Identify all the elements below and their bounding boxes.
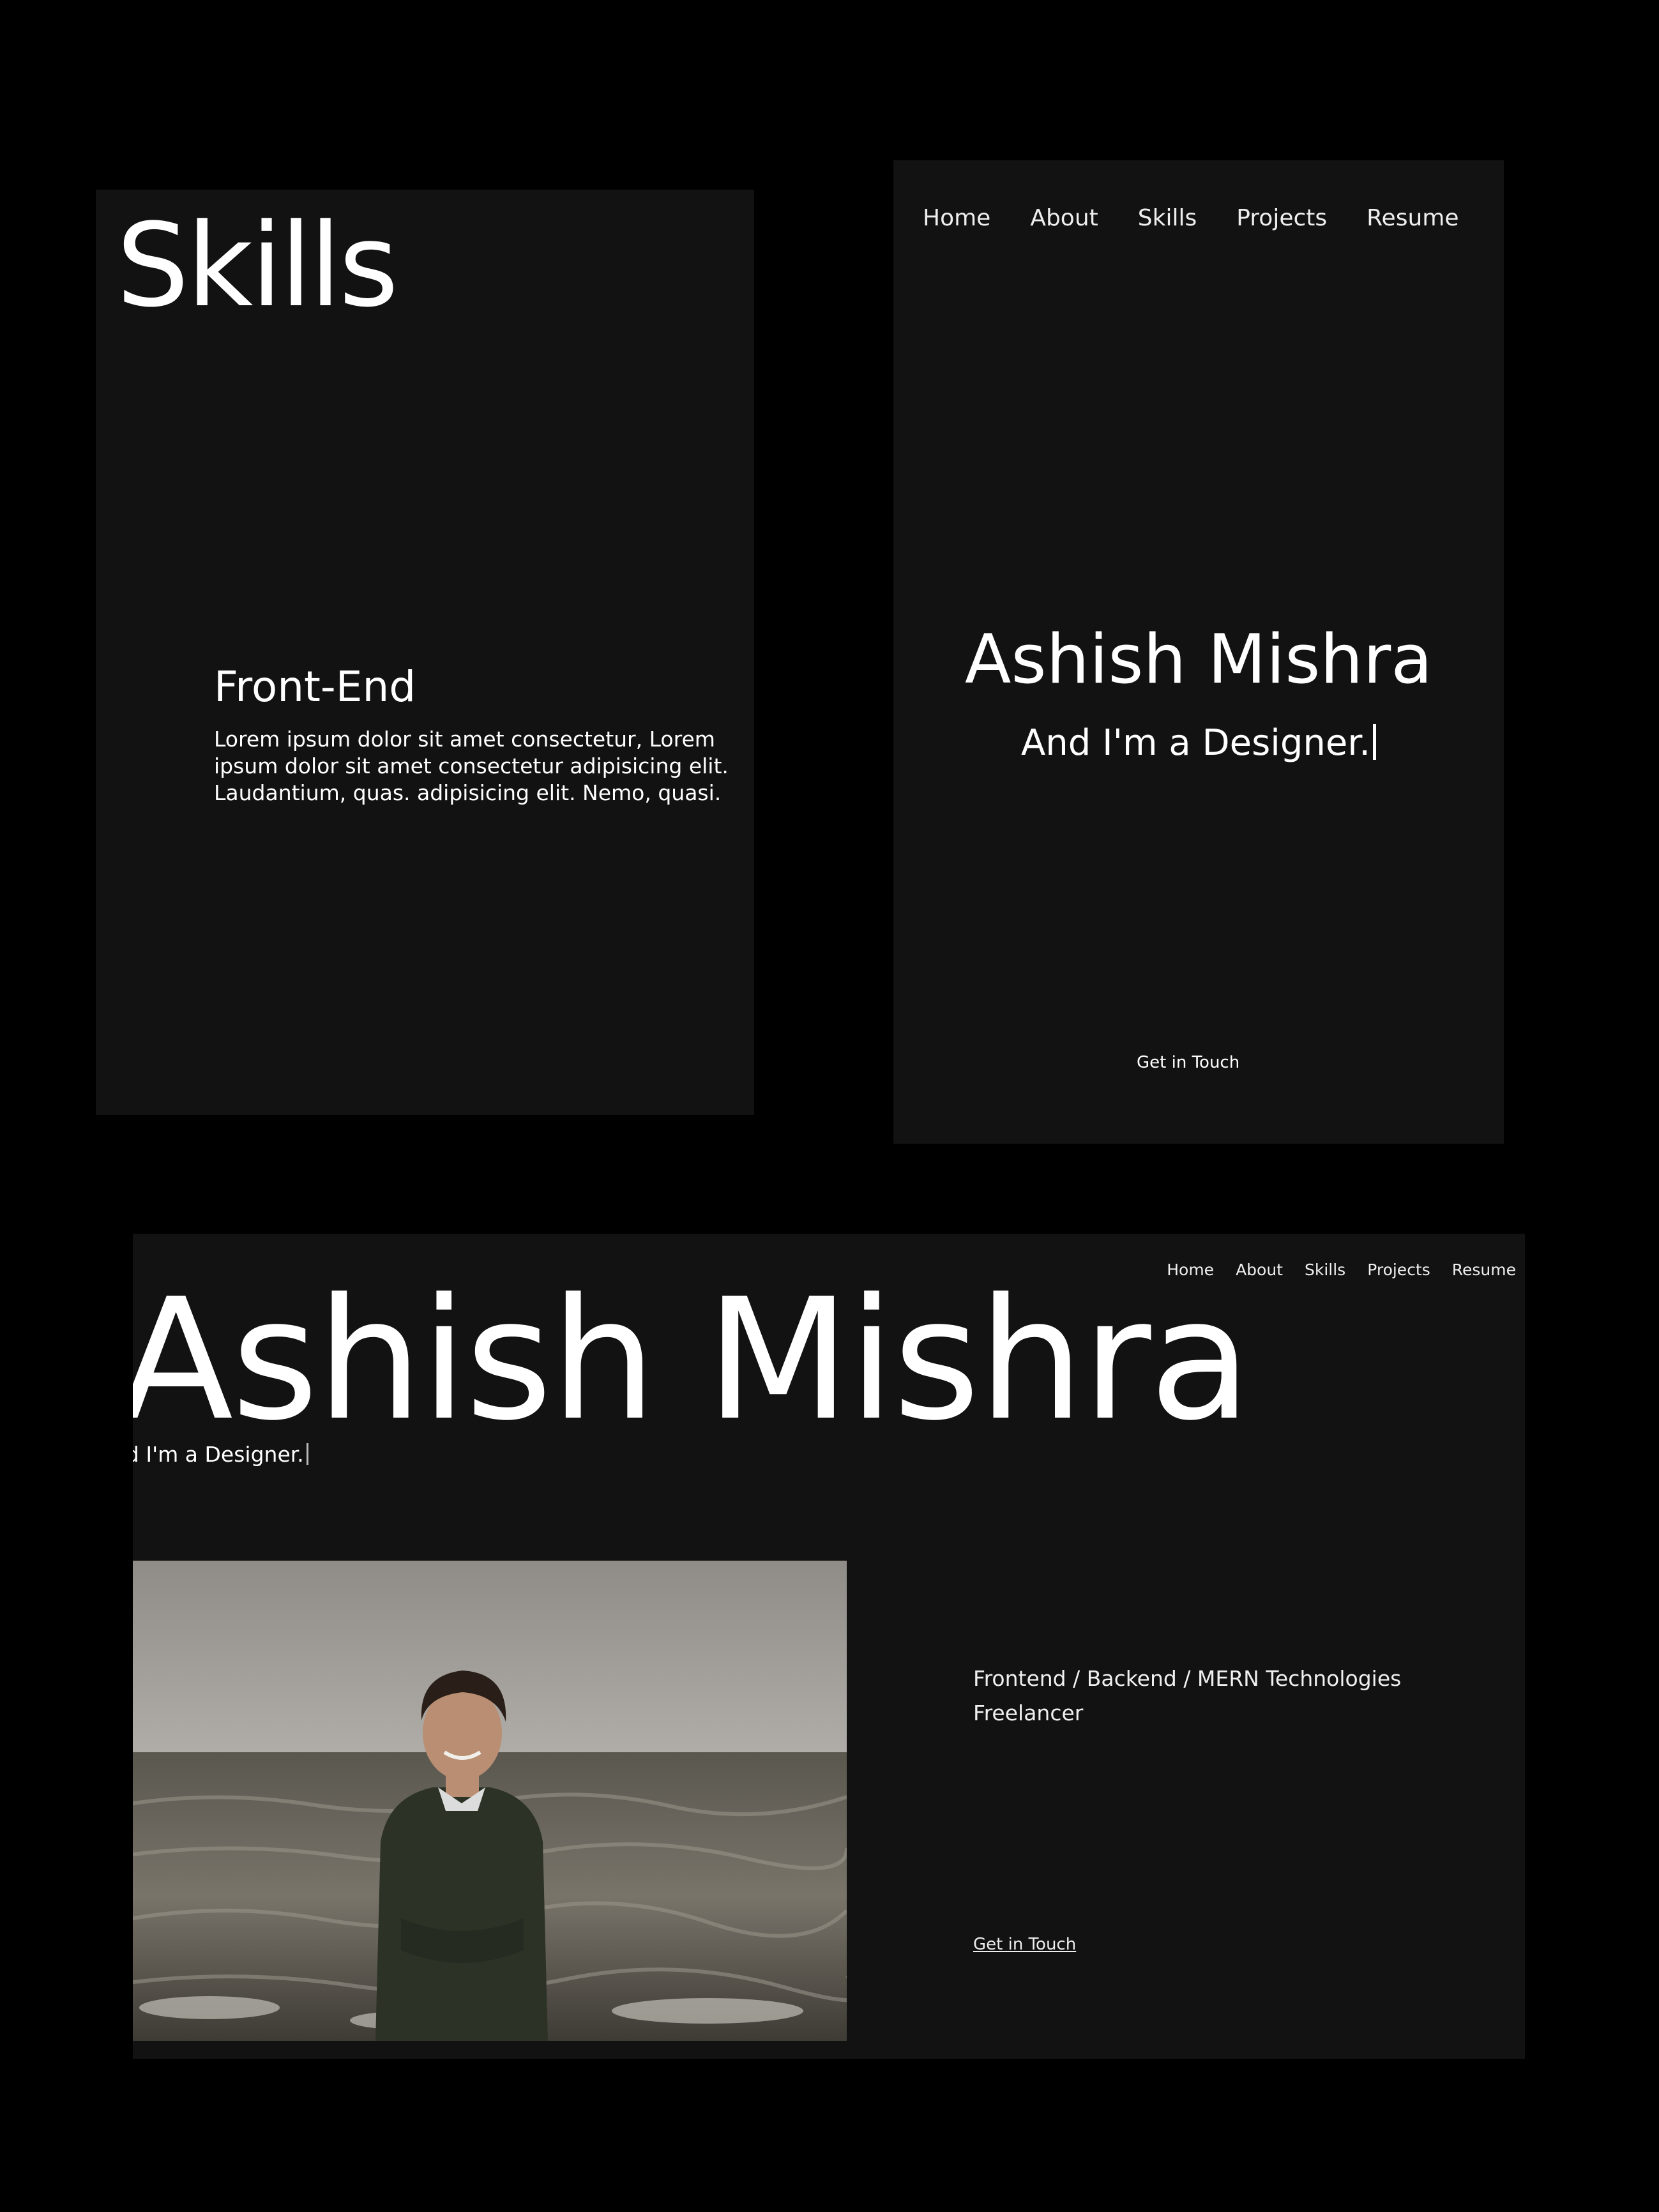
hero-tagline: nd I'm a Designer. bbox=[133, 1442, 308, 1467]
get-in-touch-wrap: Get in Touch bbox=[1137, 1053, 1239, 1072]
tagline-text: nd I'm a Designer. bbox=[133, 1442, 304, 1467]
role-item: Frontend / Backend / MERN Technologies bbox=[973, 1666, 1402, 1691]
desktop-hero-panel: Home About Skills Projects Resume Ashish… bbox=[133, 1234, 1525, 2059]
mobile-nav: Home About Skills Projects Resume bbox=[923, 205, 1459, 231]
nav-projects[interactable]: Projects bbox=[1367, 1261, 1430, 1279]
nav-home[interactable]: Home bbox=[923, 205, 990, 231]
nav-about[interactable]: About bbox=[1030, 205, 1098, 231]
nav-projects[interactable]: Projects bbox=[1236, 205, 1327, 231]
nav-skills[interactable]: Skills bbox=[1138, 205, 1197, 231]
front-end-description: Lorem ipsum dolor sit amet consectetur, … bbox=[214, 727, 729, 805]
hero-name: Ashish Mishra bbox=[964, 620, 1433, 699]
tagline-text: And I'm a Designer. bbox=[1020, 722, 1370, 764]
typing-cursor bbox=[1373, 724, 1376, 760]
nav-resume[interactable]: Resume bbox=[1367, 205, 1458, 231]
front-end-heading: Front-End bbox=[214, 662, 416, 711]
skills-title: Skills bbox=[116, 199, 398, 333]
get-in-touch-link[interactable]: Get in Touch bbox=[1137, 1053, 1239, 1072]
typing-cursor bbox=[306, 1443, 308, 1465]
mobile-hero-panel: Home About Skills Projects Resume Ashish… bbox=[893, 160, 1504, 1144]
profile-photo bbox=[133, 1561, 847, 2041]
get-in-touch-link[interactable]: Get in Touch bbox=[973, 1935, 1076, 1954]
role-item: Freelancer bbox=[973, 1701, 1084, 1725]
profile-photo-graphic bbox=[133, 1561, 847, 2041]
skills-panel: Skills Front-End Lorem ipsum dolor sit a… bbox=[96, 190, 754, 1115]
hero-tagline: And I'm a Designer. bbox=[893, 722, 1504, 764]
hero-name: Ashish Mishra bbox=[133, 1262, 1252, 1457]
roles-list: Frontend / Backend / MERN Technologies F… bbox=[973, 1662, 1401, 1731]
nav-skills[interactable]: Skills bbox=[1305, 1261, 1345, 1279]
nav-resume[interactable]: Resume bbox=[1452, 1261, 1516, 1279]
